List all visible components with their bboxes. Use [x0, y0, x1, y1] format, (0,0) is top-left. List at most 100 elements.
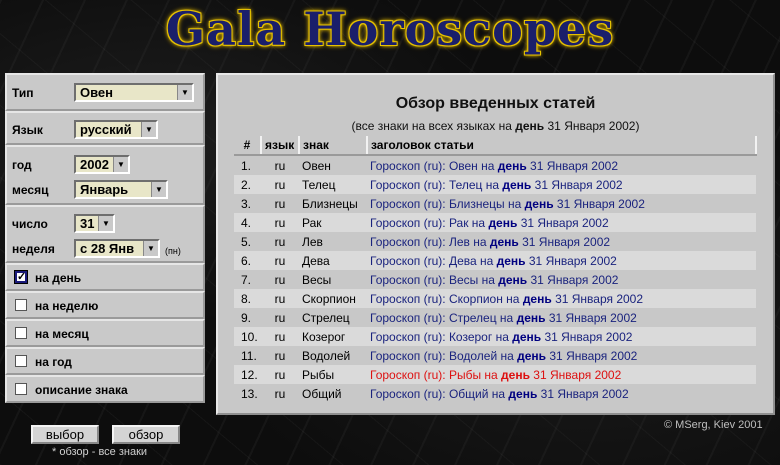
table-row: 12. ru Рыбы Гороскоп (ru): Рыбы на день 31 …	[234, 365, 756, 384]
option-year[interactable]: на год	[5, 347, 205, 375]
row-title: Гороскоп (ru): Стрелец на день 31 Января…	[367, 308, 756, 327]
checkbox-checked-icon[interactable]: ✓	[14, 270, 28, 284]
row-title: Гороскоп (ru): Водолей на день 31 Января…	[367, 346, 756, 365]
table-row: 13. ru Общий Гороскоп (ru): Общий на день 3…	[234, 384, 756, 403]
table-row: 5. ru Лев Гороскоп (ru): Лев на день 31 Янв…	[234, 232, 756, 251]
article-link-suffix: 31 Января 2002	[541, 329, 633, 344]
row-title: Гороскоп (ru): Овен на день 31 Января 20…	[367, 155, 756, 175]
article-link-bold: день	[496, 253, 526, 268]
article-link-prefix: Гороскоп (ru): Стрелец на	[370, 310, 517, 325]
row-number: 1.	[241, 158, 252, 173]
option-day[interactable]: ✓ на день	[5, 263, 205, 291]
week-select[interactable]: с 28 Янв ▼	[74, 239, 160, 258]
article-link-suffix: 31 Января 2002	[531, 177, 623, 192]
article-link-prefix: Гороскоп (ru): Лев на	[370, 234, 490, 249]
article-link[interactable]: Гороскоп (ru): Близнецы на день 31 Январ…	[370, 197, 645, 211]
month-select-value: Январь	[80, 182, 129, 197]
checkbox-icon[interactable]	[15, 355, 27, 367]
dropdown-arrow-icon: ▼	[177, 85, 192, 100]
row-language: ru	[261, 251, 299, 270]
row-language: ru	[261, 327, 299, 346]
article-link-prefix: Гороскоп (ru): Козерог на	[370, 329, 513, 344]
lang-label: Язык	[12, 123, 43, 137]
row-sign: Дева	[299, 251, 367, 270]
article-link[interactable]: Гороскоп (ru): Овен на день 31 Января 20…	[370, 159, 618, 173]
row-number: 6.	[234, 251, 261, 270]
table-row: 3. ru Близнецы Гороскоп (ru): Близнецы на д…	[234, 194, 756, 213]
article-link-suffix: 31 Января 2002	[517, 215, 609, 230]
row-number: 11.	[241, 348, 257, 363]
col-sign: знак	[299, 136, 368, 156]
overview-note: * обзор - все знаки	[52, 446, 148, 458]
row-language: ru	[261, 175, 299, 194]
article-link-bold: день	[489, 234, 519, 249]
month-select[interactable]: Январь ▼	[74, 180, 168, 199]
row-language: ru	[274, 310, 286, 325]
filter-panel: Тип Овен ▼ Язык русский ▼ год 2002 ▼ мес…	[5, 73, 205, 403]
article-link-bold: день	[497, 158, 527, 173]
day-row: число 31 ▼ неделя с 28 Янв ▼ (пн)	[5, 205, 205, 263]
article-link[interactable]: Гороскоп (ru): Телец на день 31 Января 2…	[370, 178, 623, 192]
row-language: ru	[274, 348, 286, 363]
row-sign: Весы	[302, 272, 332, 287]
year-select-value: 2002	[80, 157, 109, 172]
table-header: # язык знак заголовок статьи	[234, 136, 757, 156]
week-label: неделя	[12, 242, 55, 256]
row-sign: Лев	[302, 234, 323, 249]
row-language: ru	[274, 234, 286, 249]
table-row: 6. ru Дева Гороскоп (ru): Дева на день 31 Я…	[234, 251, 756, 270]
table-row: 11. ru Водолей Гороскоп (ru): Водолей на де…	[234, 346, 756, 365]
option-week[interactable]: на неделю	[5, 291, 205, 319]
date-row: год 2002 ▼ месяц Январь ▼	[5, 145, 205, 205]
col-number: #	[234, 136, 262, 156]
row-sign: Козерог	[299, 327, 367, 346]
row-number: 9.	[241, 310, 252, 325]
article-link-bold: день	[501, 367, 530, 382]
article-link-suffix: 31 Января 2002	[527, 272, 619, 287]
lang-select[interactable]: русский ▼	[74, 120, 158, 139]
col-language: язык	[261, 136, 300, 156]
option-sign-description[interactable]: описание знака	[5, 375, 205, 403]
article-link-bold: день	[522, 291, 552, 306]
checkbox-icon[interactable]	[15, 299, 27, 311]
article-link[interactable]: Гороскоп (ru): Рак на день 31 Января 200…	[370, 216, 609, 230]
option-month[interactable]: на месяц	[5, 319, 205, 347]
article-link[interactable]: Гороскоп (ru): Стрелец на день 31 Января…	[370, 311, 637, 325]
article-link[interactable]: Гороскоп (ru): Дева на день 31 Января 20…	[370, 254, 617, 268]
day-select[interactable]: 31 ▼	[74, 214, 115, 233]
article-link[interactable]: Гороскоп (ru): Скорпион на день 31 Январ…	[370, 292, 643, 306]
article-link[interactable]: Гороскоп (ru): Лев на день 31 Января 200…	[370, 235, 610, 249]
row-number: 5.	[241, 234, 252, 249]
col-title: заголовок статьи	[367, 136, 757, 156]
row-title: Гороскоп (ru): Козерог на день 31 Января…	[367, 327, 756, 346]
article-link[interactable]: Гороскоп (ru): Общий на день 31 Января 2…	[370, 387, 629, 401]
article-link-prefix: Гороскоп (ru): Близнецы на	[370, 196, 525, 211]
row-number: 13.	[241, 386, 258, 401]
subtitle-bold: день	[515, 119, 545, 133]
year-select[interactable]: 2002 ▼	[74, 155, 130, 174]
article-link-bold: день	[498, 272, 528, 287]
page-subtitle: (все знаки на всех языках на день 31 Янв…	[218, 119, 773, 133]
article-link[interactable]: Гороскоп (ru): Весы на день 31 Января 20…	[370, 273, 618, 287]
select-button[interactable]: выбор	[31, 425, 99, 444]
article-link-suffix: 31 Января 2002	[537, 386, 629, 401]
type-select[interactable]: Овен ▼	[74, 83, 194, 102]
option-year-label: на год	[35, 355, 72, 369]
row-language: ru	[274, 386, 286, 401]
option-day-label: на день	[35, 271, 82, 285]
articles-overview-panel: Обзор введенных статей (все знаки на все…	[216, 73, 775, 415]
table-row: 7. ru Весы Гороскоп (ru): Весы на день 31 Я…	[234, 270, 756, 289]
month-label: месяц	[12, 183, 49, 197]
checkbox-icon[interactable]	[15, 327, 27, 339]
overview-button[interactable]: обзор	[112, 425, 180, 444]
row-sign: Овен	[302, 158, 331, 173]
dropdown-arrow-icon: ▼	[98, 216, 113, 231]
checkbox-icon[interactable]	[15, 383, 27, 395]
article-link[interactable]: Гороскоп (ru): Водолей на день 31 Января…	[370, 349, 637, 363]
week-select-value: с 28 Янв	[80, 241, 135, 256]
article-link[interactable]: Гороскоп (ru): Рыбы на день 31 Января 20…	[370, 368, 621, 382]
table-row: 10. ru Козерог Гороскоп (ru): Козерог на де…	[234, 327, 756, 346]
article-link[interactable]: Гороскоп (ru): Козерог на день 31 Января…	[370, 330, 632, 344]
site-logo[interactable]: Gala Horoscopes	[0, 2, 780, 56]
article-link-prefix: Гороскоп (ru): Весы на	[370, 272, 499, 287]
